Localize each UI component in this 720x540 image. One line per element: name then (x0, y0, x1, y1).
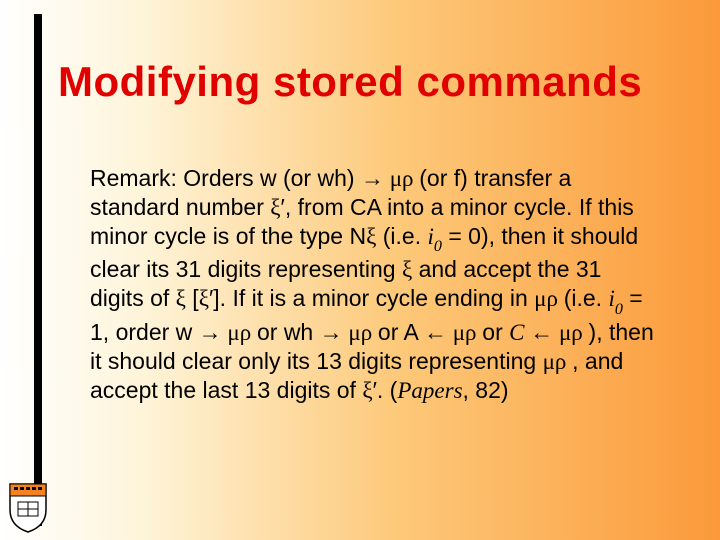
text: A (404, 319, 424, 345)
text: or (378, 319, 404, 345)
mu-rho: μρ (534, 286, 564, 311)
arrow-right-icon: → (199, 320, 222, 345)
text: If it is a minor cycle ending in (232, 285, 534, 311)
xi: ξ (199, 286, 209, 311)
arrow-left-icon: ← (530, 320, 553, 345)
i: i (428, 224, 434, 249)
arrow-right-icon: → (361, 166, 384, 191)
text: (i.e. (564, 285, 609, 311)
xi: ξ (402, 257, 412, 282)
xi: ξ (366, 224, 376, 249)
subscript-zero: 0 (615, 301, 623, 318)
bracket: ]. (213, 285, 232, 311)
mu-rho: μρ (543, 349, 573, 374)
xi: ξ (270, 195, 280, 220)
text: or (482, 319, 509, 345)
subscript-zero: 0 (434, 238, 442, 255)
xi: ξ (176, 286, 186, 311)
shield-crest-icon (6, 480, 50, 534)
vertical-rule (34, 14, 42, 526)
citation: Papers (397, 378, 462, 403)
text: wh (284, 319, 320, 345)
arrow-right-icon: → (320, 320, 343, 345)
i: i (608, 286, 614, 311)
slide: Modifying stored commands Remark: Orders… (0, 0, 720, 540)
mu-rho: μρ (222, 320, 257, 345)
slide-title: Modifying stored commands (58, 60, 698, 104)
mu-rho: μρ (553, 320, 588, 345)
xi: ξ (362, 378, 372, 403)
mu-rho: μρ (384, 166, 419, 191)
text: . ( (377, 377, 397, 403)
text: (i.e. (376, 223, 427, 249)
arrow-left-icon: ← (424, 320, 447, 345)
text: Remark: Orders w (or wh) (90, 165, 361, 191)
mu-rho: μρ (343, 320, 378, 345)
text: C (509, 320, 530, 345)
text: or (257, 319, 284, 345)
bracket: [ (186, 285, 199, 311)
text: , 82) (463, 377, 509, 403)
slide-body: Remark: Orders w (or wh) → μρ (or f) tra… (90, 164, 660, 405)
mu-rho: μρ (447, 320, 482, 345)
